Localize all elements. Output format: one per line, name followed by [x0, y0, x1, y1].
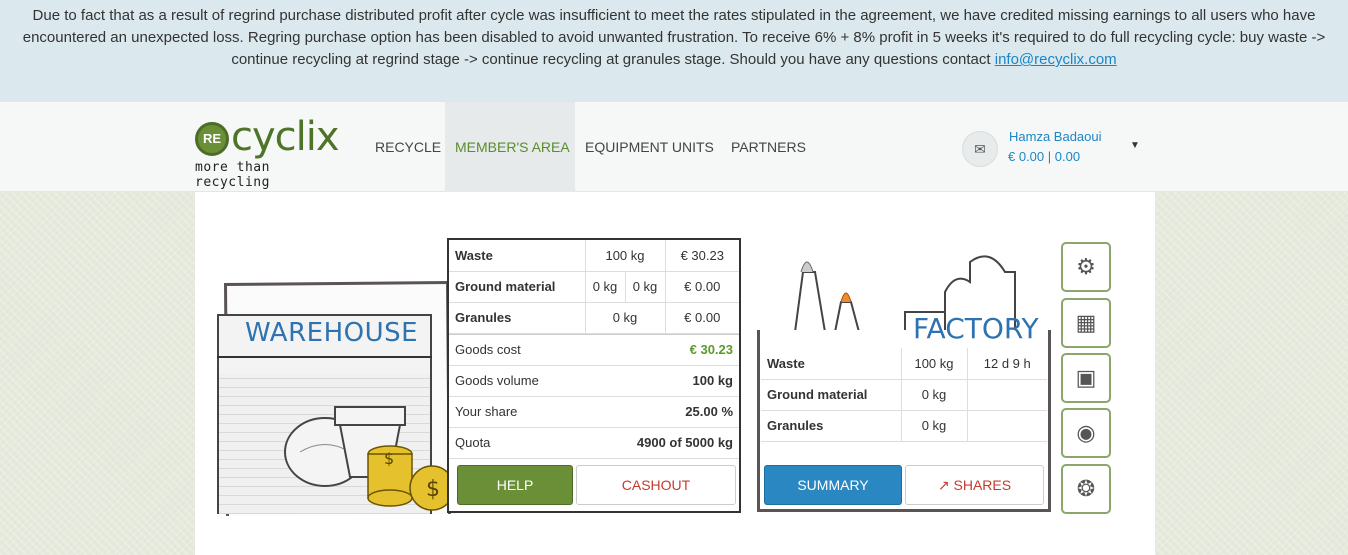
warehouse-title: WAREHOUSE [245, 318, 419, 348]
logo-badge: RE [195, 122, 229, 156]
logo-word: cyclix [231, 114, 340, 160]
row-qty: 100 kg [584, 240, 665, 272]
warehouse-sign-bar [217, 356, 432, 358]
forklift-icon[interactable]: ⚙ [1061, 242, 1111, 292]
summary-button[interactable]: SUMMARY [764, 465, 902, 505]
table-row: Granules 0 kg € 0.00 [449, 302, 739, 334]
user-balance: € 0.00 | 0.00 [1008, 149, 1081, 164]
logo-tagline: more than recycling [195, 160, 270, 190]
top-navbar: RE cyclix more than recycling RECYCLE ME… [0, 102, 1348, 192]
svg-text:$: $ [426, 477, 440, 502]
table-row: Ground material 0 kg 0 kg € 0.00 [449, 271, 739, 303]
stat-value: 100 kg [585, 365, 739, 397]
factory-production-table: Waste 100 kg 12 d 9 h Ground material 0 … [761, 348, 1047, 442]
table-row: Granules 0 kg [761, 410, 1047, 442]
shares-button[interactable]: ↗ SHARES [905, 465, 1044, 505]
row-time: 12 d 9 h [966, 348, 1047, 380]
nav-equipment-units[interactable]: EQUIPMENT UNITS [585, 102, 714, 192]
stat-label: Goods volume [449, 365, 586, 397]
granulator-icon[interactable]: ❂ [1061, 464, 1111, 514]
logo[interactable]: RE cyclix more than recycling [193, 114, 353, 190]
envelope-icon[interactable]: ✉ [962, 131, 998, 167]
table-row: Quota 4900 of 5000 kg [449, 427, 739, 459]
notice-text: Due to fact that as a result of regrind … [22, 7, 1326, 68]
notice-banner: Due to fact that as a result of regrind … [0, 0, 1348, 102]
warehouse-materials-table: Waste 100 kg € 30.23 Ground material 0 k… [449, 240, 739, 334]
stat-label: Quota [449, 427, 586, 459]
stat-value: € 30.23 [585, 334, 739, 366]
members-content: WAREHOUSE $ $ Waste 100 kg € 30.23 Groun… [195, 192, 1155, 555]
row-label: Granules [761, 410, 901, 442]
user-name[interactable]: Hamza Badaoui [1009, 129, 1102, 144]
shares-label: SHARES [953, 477, 1012, 493]
row-label: Ground material [761, 379, 901, 411]
row-time [966, 410, 1047, 442]
goods-and-coins-illustration: $ $ [284, 406, 455, 511]
table-row: Your share 25.00 % [449, 396, 739, 428]
factory-title: FACTORY [913, 312, 1039, 345]
help-button[interactable]: HELP [457, 465, 573, 505]
row-qty: 0 kg [624, 271, 665, 303]
row-qty: 0 kg [584, 302, 665, 334]
control-panel-icon[interactable]: ▦ [1061, 298, 1111, 348]
row-qty: 0 kg [900, 379, 967, 411]
nav-members-area[interactable]: MEMBER'S AREA [445, 102, 575, 192]
warehouse-stats-table: Goods cost € 30.23 Goods volume 100 kg Y… [449, 333, 739, 459]
table-row: Ground material 0 kg [761, 379, 1047, 411]
row-time [966, 379, 1047, 411]
row-label: Ground material [449, 271, 585, 303]
table-row: Waste 100 kg € 30.23 [449, 240, 739, 272]
stat-value: 4900 of 5000 kg [585, 427, 739, 459]
factory-panel: Waste 100 kg 12 d 9 h Ground material 0 … [761, 348, 1047, 513]
nav-partners[interactable]: PARTNERS [731, 102, 806, 192]
row-value: € 0.00 [664, 271, 739, 303]
row-label: Granules [449, 302, 585, 334]
user-menu-caret-icon[interactable]: ▼ [1130, 140, 1140, 151]
stat-label: Your share [449, 396, 586, 428]
nav-recycle[interactable]: RECYCLE [375, 102, 441, 192]
chart-line-icon: ↗ [937, 477, 950, 493]
stat-label: Goods cost [449, 334, 586, 366]
stat-value: 25.00 % [585, 396, 739, 428]
shredder-icon[interactable]: ▣ [1061, 353, 1111, 403]
cashout-button[interactable]: CASHOUT [576, 465, 736, 505]
table-row: Goods volume 100 kg [449, 365, 739, 397]
table-row: Goods cost € 30.23 [449, 334, 739, 366]
svg-text:$: $ [384, 449, 394, 468]
row-qty: 0 kg [900, 410, 967, 442]
row-value: € 0.00 [664, 302, 739, 334]
row-label: Waste [761, 348, 901, 380]
warehouse-panel: Waste 100 kg € 30.23 Ground material 0 k… [447, 238, 741, 513]
row-label: Waste [449, 240, 585, 272]
row-qty: 0 kg [584, 271, 625, 303]
table-row: Waste 100 kg 12 d 9 h [761, 348, 1047, 380]
contact-email-link[interactable]: info@recyclix.com [995, 51, 1117, 68]
row-value: € 30.23 [664, 240, 739, 272]
row-qty: 100 kg [900, 348, 967, 380]
extruder-icon[interactable]: ◉ [1061, 408, 1111, 458]
